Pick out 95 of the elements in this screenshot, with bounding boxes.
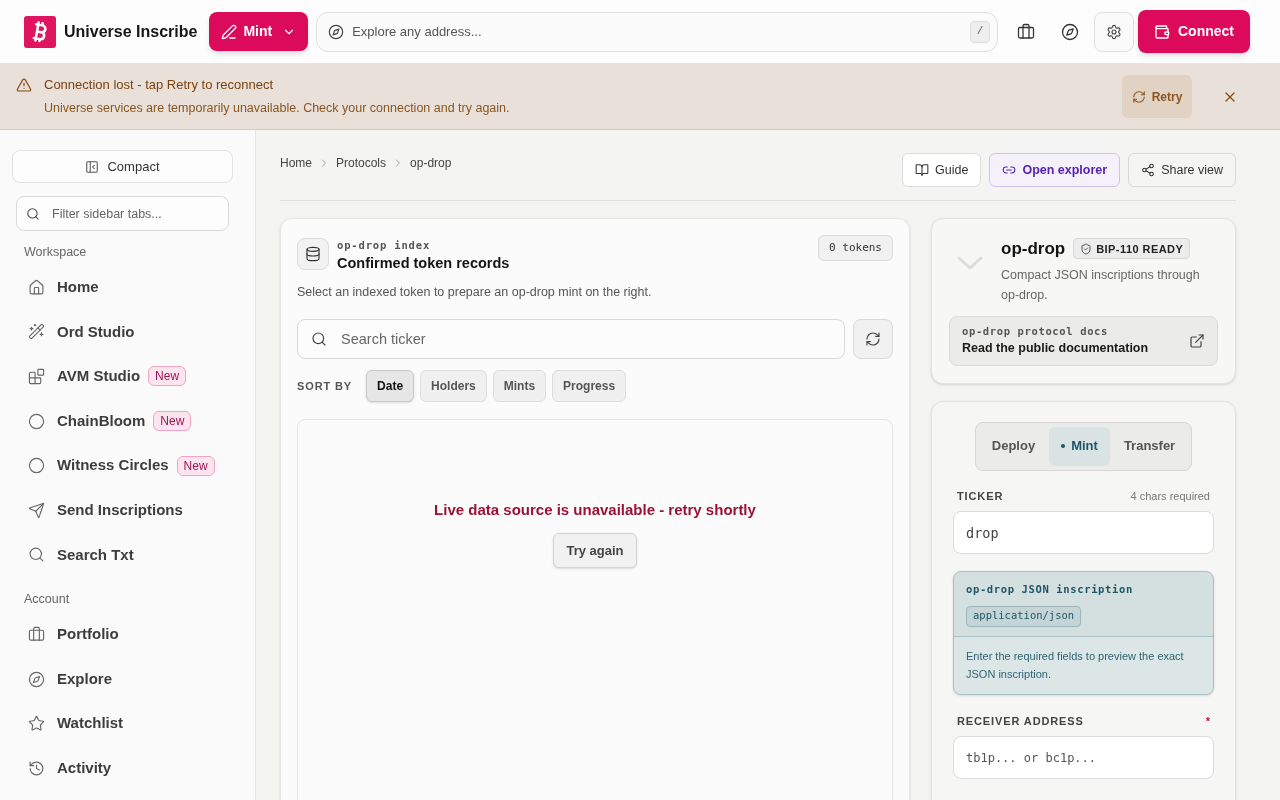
section-label: Workspace (23, 243, 88, 261)
circle-icon (28, 412, 45, 430)
sort-label: SORT BY (297, 378, 353, 394)
field-label: RECEIVER ADDRESS (957, 713, 1084, 729)
ticker-field[interactable]: drop (953, 511, 1214, 554)
retry-button[interactable]: Retry (1122, 75, 1192, 118)
sidebar-item[interactable]: Search Txt (16, 532, 239, 578)
wallet-icon (1154, 23, 1170, 40)
ticker-search-field[interactable]: Search ticker (297, 318, 845, 359)
warning-icon (16, 77, 32, 93)
circle-icon (28, 457, 45, 475)
receiver-address-field[interactable]: tb1p... or bc1p... (953, 736, 1214, 780)
sidebar-item[interactable]: Explore (16, 656, 239, 702)
sidebar-item[interactable]: Portfolio (16, 612, 239, 657)
connect-button[interactable]: Connect (1138, 10, 1250, 53)
breadcrumb-link[interactable]: Protocols (336, 154, 387, 172)
history-icon (28, 759, 45, 777)
settings-button[interactable] (1094, 11, 1134, 52)
action-button[interactable]: Share view (1128, 153, 1236, 187)
action-button[interactable]: Open explorer (989, 153, 1121, 187)
try-again-button[interactable]: Try again (553, 533, 637, 569)
error-message: Live data source is unavailable - retry shortly (434, 499, 756, 520)
section-label: Account (23, 590, 71, 608)
field-label: TICKER (957, 488, 1004, 504)
breadcrumb-current[interactable]: op-drop (410, 154, 452, 172)
card-description: Select an indexed token to prepare an op-drop mint on the right. (297, 284, 653, 301)
chevron-logo-icon (957, 256, 983, 270)
content-type-tag: application/json (966, 605, 1082, 627)
banner-message: Universe services are temporarily unavailable. Check your connection and try again. (44, 99, 511, 117)
pen-icon (221, 23, 238, 40)
external-link-icon (1189, 332, 1205, 349)
card-eyebrow: op-drop index (337, 238, 431, 253)
docs-link[interactable]: op-drop protocol docs Read the public documentation (949, 315, 1218, 366)
database-icon (297, 238, 329, 270)
panel-collapse-icon (85, 159, 100, 174)
card-title: Confirmed token records (337, 254, 510, 273)
new-badge: New (176, 455, 215, 476)
action-button[interactable]: Guide (902, 153, 982, 187)
settings-icon (1106, 23, 1122, 40)
briefcase-icon (1017, 22, 1035, 41)
refresh-icon (1131, 89, 1146, 104)
new-badge: New (153, 411, 192, 432)
search-icon (26, 206, 40, 221)
mint-button[interactable]: Mint (209, 12, 309, 51)
banner-title: Connection lost - tap Retry to reconnect (44, 76, 275, 95)
sort-option[interactable]: Progress (552, 369, 627, 402)
paper-plane-icon (28, 501, 45, 519)
protocol-description: Compact JSON inscriptions through op-drop. (1001, 266, 1201, 304)
magic-wand-icon (28, 323, 45, 341)
sort-option[interactable]: Holders (420, 369, 487, 402)
sidebar-item[interactable]: Ord Studio (16, 309, 239, 355)
house-icon (28, 278, 45, 296)
operation-tab[interactable]: Mint (1049, 426, 1110, 466)
sidebar-item[interactable]: Activity (16, 745, 239, 791)
sort-option[interactable]: Date (366, 369, 415, 402)
sort-option[interactable]: Mints (492, 369, 547, 402)
sidebar-item[interactable]: Witness Circles New (16, 443, 239, 488)
sidebar-item[interactable]: ChainBloom New (16, 398, 239, 444)
sidebar-item[interactable]: AVM Studio New (16, 354, 239, 399)
token-count-badge: 0 tokens (818, 235, 893, 261)
share-icon (1141, 163, 1156, 177)
operation-tab[interactable]: Deploy (979, 426, 1048, 466)
dot-icon (1061, 444, 1066, 448)
star-icon (28, 715, 45, 733)
protocol-name: op-drop (1001, 238, 1066, 260)
refresh-icon (865, 330, 881, 347)
brand-name: Universe Inscribe (64, 21, 198, 42)
sidebar-item[interactable]: Home (16, 265, 239, 310)
search-icon (311, 330, 327, 347)
docs-title: Read the public documentation (962, 340, 1149, 357)
compass-icon (28, 670, 45, 688)
shield-icon (1080, 242, 1093, 255)
compass-icon (328, 23, 345, 40)
shortcut-key: / (970, 20, 990, 43)
docs-eyebrow: op-drop protocol docs (962, 324, 1108, 339)
operation-tab[interactable]: Transfer (1111, 426, 1188, 466)
filter-field[interactable]: Filter sidebar tabs... (16, 196, 229, 231)
link-icon (1002, 163, 1017, 177)
search-icon (28, 546, 45, 564)
ready-badge: BIP-110 READY (1073, 238, 1191, 260)
compact-button[interactable]: Compact (12, 150, 233, 183)
bitcoin-logo-icon (24, 15, 56, 48)
compass-icon (1061, 22, 1079, 41)
briefcase-icon (28, 625, 45, 643)
refresh-button[interactable] (853, 318, 893, 359)
preview-title: op-drop JSON inscription (966, 582, 1133, 597)
sidebar-item[interactable]: Send Inscriptions (16, 487, 239, 533)
breadcrumb-link[interactable]: Home (280, 154, 312, 172)
preview-message: Enter the required fields to preview the exact JSON inscription. (966, 648, 1185, 682)
book-icon (915, 163, 930, 177)
sidebar-item[interactable]: Watchlist (16, 701, 239, 746)
field-hint: 4 chars required (1130, 488, 1210, 504)
required-mark: * (1205, 713, 1210, 729)
blocks-icon (28, 368, 45, 385)
new-badge: New (148, 366, 187, 387)
